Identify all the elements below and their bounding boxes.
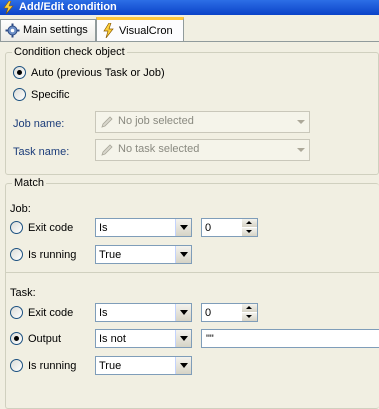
task-exit-code-radio-button[interactable] (10, 305, 23, 319)
stepper-up-icon[interactable] (242, 219, 257, 227)
task-is-running-select[interactable]: True (95, 356, 192, 375)
task-is-running-radio-button[interactable] (10, 358, 23, 372)
gear-icon (5, 23, 20, 38)
specific-radio-button[interactable] (13, 87, 26, 101)
tab-strip: Main settings VisualCron (0, 15, 379, 41)
chevron-down-icon[interactable] (175, 246, 191, 263)
stepper-up-icon[interactable] (242, 304, 257, 312)
chevron-down-icon[interactable] (175, 219, 191, 236)
pencil-icon (101, 116, 113, 128)
job-is-running-radio[interactable]: Is running (10, 247, 76, 263)
job-exit-code-operator-select[interactable]: Is (95, 218, 192, 237)
match-legend: Match (12, 176, 46, 190)
job-exit-code-radio-button[interactable] (10, 220, 23, 234)
chevron-down-icon (297, 148, 305, 152)
window-title: Add/Edit condition (19, 1, 117, 13)
task-exit-code-operator-select[interactable]: Is (95, 303, 192, 322)
lightning-icon (103, 23, 114, 38)
lightning-icon (3, 1, 14, 14)
auto-radio-button[interactable] (13, 65, 26, 79)
tab-visualcron-label: VisualCron (119, 25, 173, 37)
task-output-value: "" (206, 333, 214, 345)
job-exit-code-label: Exit code (28, 222, 74, 234)
task-output-input[interactable]: "" (201, 329, 379, 348)
stepper-down-icon[interactable] (242, 313, 257, 321)
task-output-radio-button[interactable] (10, 331, 23, 345)
task-output-operator-select[interactable]: Is not (95, 329, 192, 348)
task-name-select: No task selected (95, 139, 310, 161)
task-is-running-label: Is running (28, 360, 77, 372)
job-exit-code-operator-value: Is (99, 222, 108, 234)
task-is-running-value: True (99, 360, 122, 372)
task-name-placeholder: No task selected (118, 143, 200, 155)
job-name-select: No job selected (95, 111, 310, 133)
chevron-down-icon[interactable] (175, 357, 191, 374)
tab-visualcron[interactable]: VisualCron (96, 17, 184, 41)
job-exit-code-stepper[interactable]: 0 (201, 218, 258, 237)
task-output-label: Output (28, 333, 62, 345)
task-output-radio[interactable]: Output (10, 331, 61, 347)
job-is-running-select[interactable]: True (95, 245, 192, 264)
task-exit-code-label: Exit code (28, 307, 74, 319)
job-name-placeholder: No job selected (118, 115, 194, 127)
stepper-down-icon[interactable] (242, 228, 257, 236)
job-task-divider (6, 272, 379, 273)
task-output-operator-value: Is not (99, 333, 126, 345)
job-exit-code-radio[interactable]: Exit code (10, 220, 73, 236)
auto-radio[interactable]: Auto (previous Task or Job) (13, 65, 165, 81)
tab-main-settings-label: Main settings (23, 24, 88, 36)
condition-check-object-group: Condition check object Auto (previous Ta… (5, 45, 379, 175)
task-exit-code-operator-value: Is (99, 307, 108, 319)
task-exit-code-radio[interactable]: Exit code (10, 305, 73, 321)
specific-radio[interactable]: Specific (13, 87, 70, 103)
tab-main-settings[interactable]: Main settings (0, 19, 96, 41)
task-exit-code-stepper[interactable]: 0 (201, 303, 258, 322)
task-name-label: Task name: (13, 146, 70, 158)
auto-radio-label: Auto (previous Task or Job) (31, 67, 165, 79)
match-group: Match Job: Exit code Is 0 Is running Tru… (5, 176, 379, 409)
job-exit-code-value: 0 (205, 222, 212, 234)
window-titlebar: Add/Edit condition (0, 0, 379, 15)
task-heading: Task: (10, 287, 36, 299)
chevron-down-icon[interactable] (175, 304, 191, 321)
job-name-label: Job name: (13, 118, 65, 130)
specific-radio-label: Specific (31, 89, 70, 101)
tab-panel: Condition check object Auto (previous Ta… (0, 41, 379, 409)
job-heading: Job: (10, 203, 31, 215)
chevron-down-icon (297, 120, 305, 124)
pencil-icon (101, 144, 113, 156)
job-is-running-label: Is running (28, 249, 77, 261)
task-exit-code-value: 0 (205, 307, 212, 319)
job-is-running-value: True (99, 249, 122, 261)
chevron-down-icon[interactable] (175, 330, 191, 347)
task-is-running-radio[interactable]: Is running (10, 358, 76, 374)
condition-check-object-legend: Condition check object (12, 45, 127, 59)
job-is-running-radio-button[interactable] (10, 247, 23, 261)
